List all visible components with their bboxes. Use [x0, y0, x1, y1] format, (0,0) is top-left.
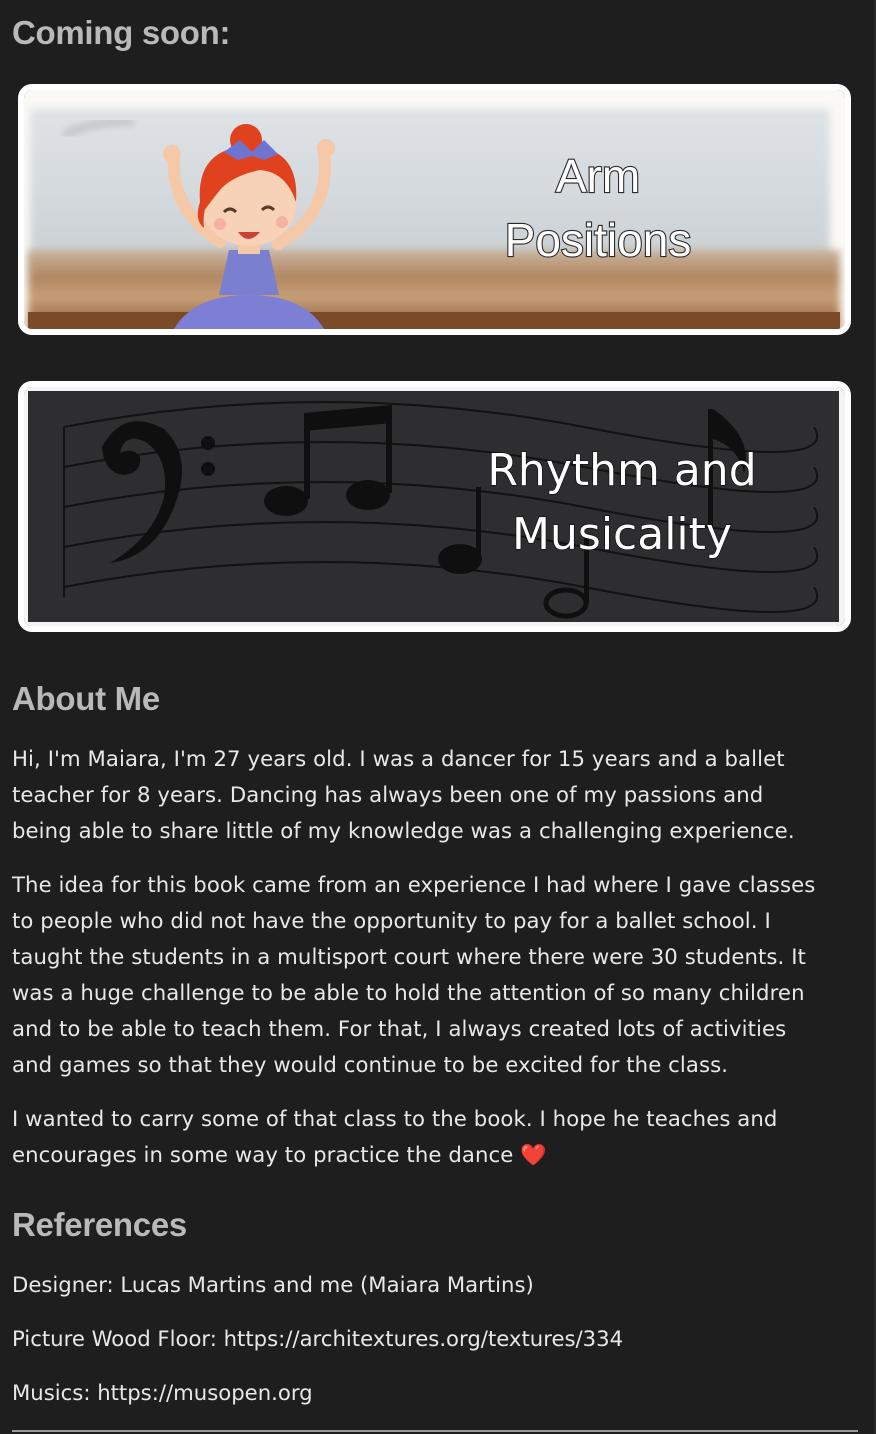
about-p2-line: and games so that they would continue to…	[12, 1052, 729, 1077]
bottom-divider	[12, 1430, 858, 1432]
arm-positions-line1: Arm	[556, 150, 640, 202]
about-p1-line: Hi, I'm Maiara, I'm 27 years old. I was …	[12, 746, 785, 771]
about-paragraph-3: I wanted to carry some of that class to …	[12, 1101, 864, 1173]
about-p2-line: taught the students in a multisport cour…	[12, 944, 806, 969]
arm-positions-artwork: Arm Positions	[24, 90, 845, 329]
arm-positions-line2: Positions	[505, 214, 692, 266]
about-p1-line: teacher for 8 years. Dancing has always …	[12, 782, 764, 807]
references-heading: References	[12, 1206, 187, 1243]
about-p2-line: The idea for this book came from an expe…	[12, 872, 816, 897]
reference-designer: Designer: Lucas Martins and me (Maiara M…	[12, 1272, 534, 1297]
arm-positions-card[interactable]: Arm Positions	[18, 84, 851, 335]
rhythm-line1: Rhythm and	[487, 445, 756, 496]
about-p1-line: being able to share little of my knowled…	[12, 818, 795, 843]
rhythm-musicality-artwork: Rhythm and Musicality	[24, 387, 845, 626]
about-p2-line: was a huge challenge to be able to hold …	[12, 980, 805, 1005]
about-p2-line: to people who did not have the opportuni…	[12, 908, 771, 933]
reference-picture-link[interactable]: Picture Wood Floor: https://architexture…	[12, 1324, 623, 1354]
rhythm-line2: Musicality	[512, 509, 732, 560]
about-p3-line: encourages in some way to practice the d…	[12, 1142, 547, 1167]
about-paragraph-1: Hi, I'm Maiara, I'm 27 years old. I was …	[12, 741, 864, 849]
about-paragraph-2: The idea for this book came from an expe…	[12, 867, 864, 1083]
rhythm-musicality-card[interactable]: Rhythm and Musicality	[18, 381, 851, 632]
about-p3-line: I wanted to carry some of that class to …	[12, 1106, 778, 1131]
about-me-heading: About Me	[12, 680, 160, 717]
coming-soon-heading: Coming soon:	[12, 14, 231, 51]
reference-musics-link[interactable]: Musics: https://musopen.org	[12, 1378, 313, 1408]
about-p2-line: and to be able to teach them. For that, …	[12, 1016, 787, 1041]
